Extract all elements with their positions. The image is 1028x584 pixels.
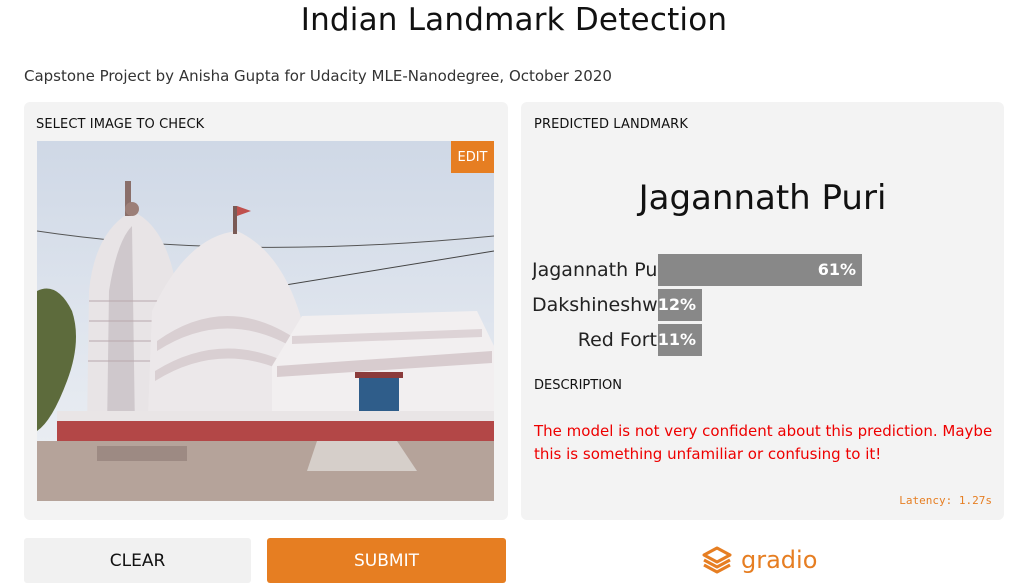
confidence-row: Dakshineshw 12% [521,289,1004,321]
confidence-row: Red Fort 11% [521,324,1004,356]
confidence-value: 11% [657,330,696,349]
predicted-landmark: Jagannath Puri [638,178,887,218]
confidence-track: 61% [658,254,862,286]
confidence-label: Dakshineshw [532,294,657,316]
gradio-logo-text: gradio [741,546,818,574]
input-panel-label: SELECT IMAGE TO CHECK [36,117,205,132]
confidence-value: 61% [817,260,856,279]
page-title: Indian Landmark Detection [300,2,728,38]
gradio-logo-icon [702,546,732,574]
confidence-row: Jagannath Pu 61% [521,254,1004,286]
confidence-bar: 61% [658,254,862,286]
temple-photo [37,141,494,501]
confidence-label: Red Fort [577,329,657,351]
description-label: DESCRIPTION [534,378,622,393]
input-panel: SELECT IMAGE TO CHECK EDIT [24,102,508,520]
confidence-label: Jagannath Pu [532,259,657,281]
confidence-track: 12% [658,289,862,321]
confidence-track: 11% [658,324,862,356]
output-panel-label: PREDICTED LANDMARK [534,117,688,132]
description-text: The model is not very confident about th… [534,422,993,463]
output-panel: PREDICTED LANDMARK Jagannath Puri Jagann… [521,102,1004,520]
clear-button[interactable]: CLEAR [24,538,251,583]
confidence-value: 12% [657,295,696,314]
gradio-brand[interactable]: gradio [701,543,817,577]
uploaded-image[interactable]: EDIT [37,141,494,501]
confidence-bar: 12% [658,289,702,321]
latency-text: Latency: 1.27s [899,494,992,507]
page-subtitle: Capstone Project by Anisha Gupta for Uda… [24,67,612,85]
submit-button[interactable]: SUBMIT [267,538,506,583]
edit-image-button[interactable]: EDIT [451,141,494,173]
confidence-bar: 11% [658,324,702,356]
